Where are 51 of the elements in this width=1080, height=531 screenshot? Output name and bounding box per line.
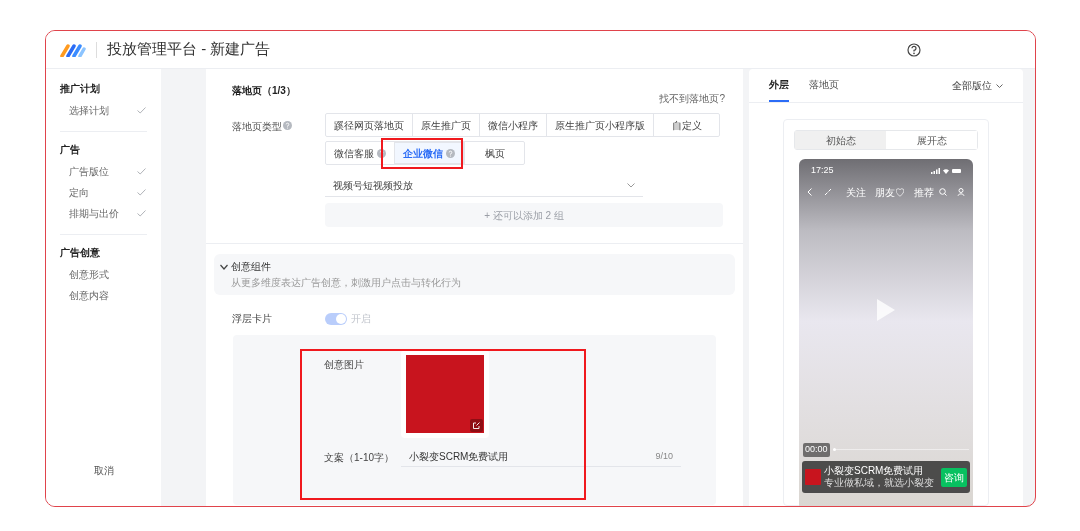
status-icons [931,167,961,174]
chevron-down-icon [996,83,1003,88]
sidebar-item[interactable]: 定向 [60,182,147,203]
option-tab[interactable]: 原生推广页 [412,114,479,136]
option-tab[interactable]: 原生推广页小程序版 [546,114,653,136]
option-tab[interactable]: 蹊径网页落地页 [326,114,412,136]
person-icon[interactable] [957,188,965,196]
help-icon [283,121,292,130]
ad-title: 小裂变SCRM免费试用 [824,466,925,476]
help-icon[interactable] [907,42,921,57]
search-icon[interactable] [939,188,947,196]
select-field[interactable]: 视频号短视频投放 [325,175,643,197]
option-tab[interactable]: 微信小程序 [479,114,546,136]
logo-icon [60,42,86,57]
field-label: 落地页类型 [232,120,282,134]
chevron-down-icon [627,183,635,188]
preview-tab[interactable]: 外层 [769,69,789,102]
section-title: 落地页（1/3） [232,84,296,98]
page-title: 投放管理平台 - 新建广告 [107,39,271,60]
ad-subtitle: 专业做私域，就选小裂变 [824,478,935,488]
sidebar-group-title: 推广计划 [60,82,101,96]
option-tab[interactable]: 微信客服 [326,142,394,164]
section-description: 从更多维度表达广告创意，刺激用户点击与转化行为 [231,276,462,290]
preview-tab[interactable]: 落地页 [809,69,839,102]
sidebar-item[interactable]: 创意内容 [60,285,147,306]
ad-logo-icon [805,469,821,485]
progress-time: 00:00 [803,443,830,457]
section-title: 创意组件 [231,260,271,274]
sidebar-group-title: 广告 [60,143,81,157]
creative-section-header[interactable]: 创意组件 从更多维度表达广告创意，刺激用户点击与转化行为 [214,254,735,295]
toggle-switch[interactable] [325,312,347,325]
character-counter: 9/10 [655,449,673,463]
sidebar-item[interactable]: 排期与出价 [60,203,147,224]
option-tab[interactable]: 枫页 [464,142,524,164]
field-label: 浮层卡片 [232,312,273,326]
sidebar-item[interactable]: 广告版位 [60,161,147,182]
state-tab[interactable]: 初始态 [795,131,886,149]
missing-page-link[interactable]: 找不到落地页? [659,91,725,106]
sidebar-item[interactable]: 选择计划 [60,100,147,121]
edit-icon[interactable] [470,419,483,432]
placement-dropdown[interactable]: 全部版位 [952,78,1003,93]
field-label: 文案（1-10字） [324,450,395,465]
back-icon[interactable] [807,188,812,196]
sidebar-item[interactable]: 创意形式 [60,264,147,285]
sidebar-group-title: 广告创意 [60,246,101,260]
option-tab[interactable]: 企业微信 [394,142,464,164]
option-tab[interactable]: 自定义 [653,114,719,136]
status-time: 17:25 [811,164,834,177]
field-label: 创意图片 [324,358,365,372]
cancel-button[interactable]: 取消 [93,463,114,478]
copy-input[interactable]: 小裂变SCRM免费试用 9/10 [401,447,681,467]
